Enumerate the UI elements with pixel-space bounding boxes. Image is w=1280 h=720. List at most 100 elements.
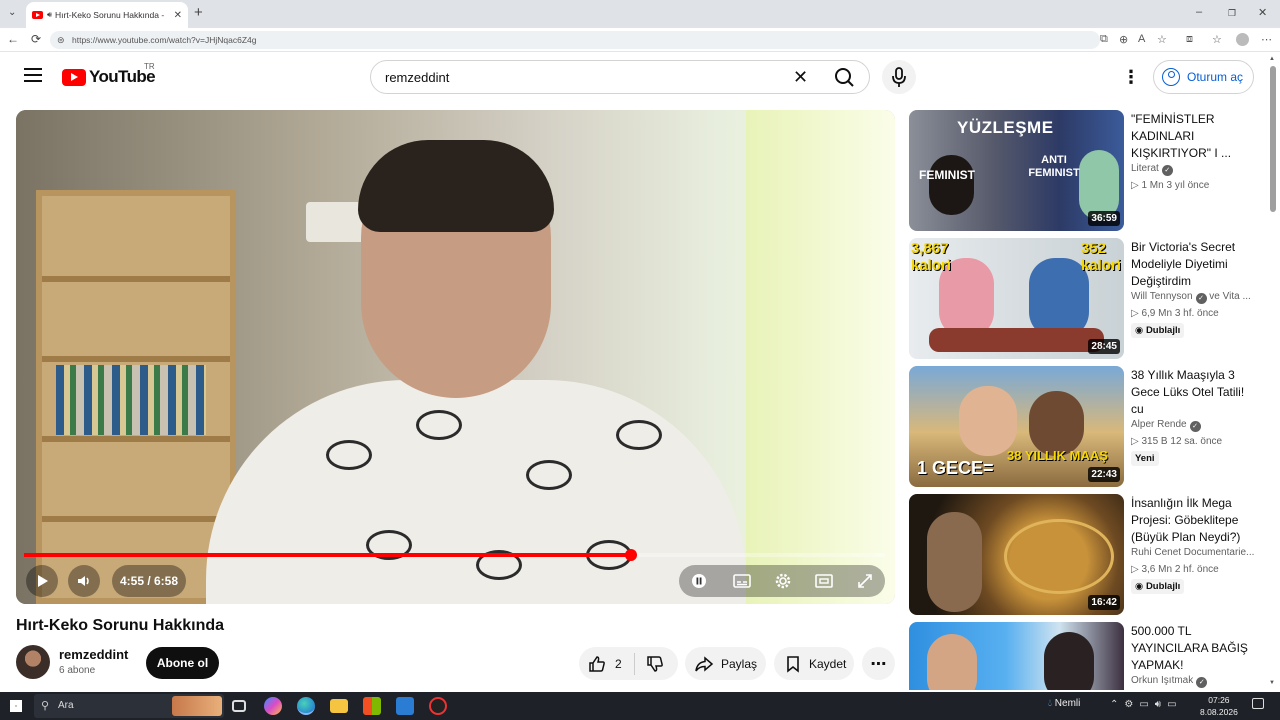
browser-tab-active[interactable]: 🔊︎ Hırt-Keko Sorunu Hakkında - ✕: [26, 2, 188, 28]
microphone-icon: [892, 67, 906, 87]
badge-label: Dublajlı: [1145, 325, 1181, 336]
subtitles-button[interactable]: [732, 571, 752, 591]
windows-start-icon[interactable]: [10, 700, 22, 712]
search-input[interactable]: [385, 61, 785, 93]
voice-search-button[interactable]: [882, 60, 916, 94]
mute-button[interactable]: [68, 565, 100, 597]
mail-icon[interactable]: [396, 697, 414, 715]
scroll-down-icon[interactable]: ▼: [1269, 680, 1275, 686]
tab-close-icon[interactable]: ✕: [174, 10, 182, 21]
app-pinned-icon[interactable]: [429, 697, 447, 715]
favorite-star-icon[interactable]: ☆: [1157, 33, 1167, 46]
dubbed-badge: ◉ Dublajlı: [1131, 579, 1185, 594]
recommendation-card[interactable]: 500.000 TL YAYINCILARA BAĞIŞ YAPMAK! Ork…: [909, 622, 1259, 690]
thumbs-down-icon: [646, 655, 663, 672]
more-actions-button[interactable]: ⋯: [862, 647, 895, 680]
thumbnail-person-left: [929, 155, 974, 215]
clear-search-icon[interactable]: ✕: [793, 67, 808, 88]
sign-in-button[interactable]: Oturum aç: [1153, 60, 1254, 94]
scrubber-handle[interactable]: [625, 549, 637, 561]
tab-list-chevron-icon[interactable]: ⌄: [8, 7, 16, 18]
microsoft-store-icon[interactable]: [363, 697, 381, 715]
file-explorer-icon[interactable]: [330, 699, 348, 713]
channel-name[interactable]: remzeddint: [59, 647, 128, 662]
task-view-icon[interactable]: [232, 700, 246, 712]
youtube-play-logo-icon: [62, 68, 86, 86]
restore-icon[interactable]: ❐: [1228, 8, 1236, 19]
settings-kebab-icon[interactable]: ⋮: [1122, 68, 1140, 86]
time-text: 4:55 / 6:58: [119, 574, 179, 588]
recommendation-thumbnail: 3,867 kalori 352 kalori 28:45: [909, 238, 1124, 359]
page-scrollbar[interactable]: ▲ ▼: [1268, 56, 1278, 690]
collections-icon[interactable]: ☆: [1212, 33, 1222, 46]
settings-button[interactable]: [773, 571, 793, 591]
share-button[interactable]: Paylaş: [685, 647, 766, 680]
back-icon[interactable]: ←: [7, 32, 19, 46]
thumbnail-person-right: [1029, 391, 1084, 456]
scrollbar-thumb[interactable]: [1270, 66, 1276, 212]
clock-time: 07:26: [1208, 695, 1230, 705]
search-highlight-icon: [172, 696, 222, 716]
zoom-icon[interactable]: ⊕: [1119, 33, 1128, 46]
play-button[interactable]: [26, 565, 58, 597]
theater-mode-icon: [815, 574, 833, 588]
progress-bar[interactable]: [24, 549, 885, 561]
fullscreen-button[interactable]: [855, 571, 875, 591]
video-title: Hırt-Keko Sorunu Hakkında: [16, 617, 225, 634]
like-button[interactable]: 2: [579, 654, 622, 674]
weather-widget[interactable]: 💧︎ Nemli: [1048, 698, 1080, 709]
recommendation-card[interactable]: 1 GECE= 38 YILLIK MAAŞ 22:43 38 Yıllık M…: [909, 366, 1259, 488]
tray-icons[interactable]: ⌃⚙▭🔊︎▭: [1110, 699, 1183, 710]
profile-icon[interactable]: [1236, 33, 1249, 46]
recommendation-title: "FEMİNİSTLER KADINLARI KIŞKIRTIYOR" I ..…: [1131, 112, 1232, 160]
thumbnail-caption-left: 1 GECE=: [917, 458, 994, 478]
autoplay-toggle[interactable]: [689, 571, 709, 591]
site-info-icon[interactable]: ⊜: [57, 31, 65, 49]
video-frame-person-hair: [358, 140, 554, 232]
theater-mode-button[interactable]: [814, 571, 834, 591]
clock-date: 8.08.2026: [1200, 707, 1238, 717]
video-frame-books: [56, 365, 206, 435]
scroll-up-icon[interactable]: ▲: [1269, 56, 1275, 62]
new-tab-button[interactable]: +: [194, 4, 203, 21]
minimize-icon[interactable]: –: [1196, 6, 1202, 18]
read-aloud-icon[interactable]: A: [1138, 33, 1145, 45]
translate-icon[interactable]: ⧉: [1100, 33, 1108, 46]
player-right-controls: [679, 565, 885, 597]
channel-label: Literat: [1131, 163, 1159, 174]
address-bar[interactable]: ⊜ https://www.youtube.com/watch?v=JHjNqa…: [50, 31, 1100, 49]
browser-tab-bar: ⌄ 🔊︎ Hırt-Keko Sorunu Hakkında - ✕ + – ❐…: [0, 0, 1280, 28]
search-button[interactable]: [823, 63, 867, 91]
recommendation-card[interactable]: YÜZLEŞME FEMINIST ANTI FEMINIST 36:59 "F…: [909, 110, 1259, 232]
copilot-icon[interactable]: [264, 697, 282, 715]
taskbar-clock[interactable]: 07:26 8.08.2026: [1200, 694, 1238, 718]
dubbed-icon: ◉: [1135, 581, 1144, 592]
os-taskbar: ⚲ Ara 💧︎ Nemli ⌃⚙▭🔊︎▭ 07:26 8.08.2026: [0, 692, 1280, 720]
save-button[interactable]: Kaydet: [774, 647, 854, 680]
channel-avatar[interactable]: [16, 645, 50, 679]
recommendation-title: Bir Victoria's Secret Modeliyle Diyetimi…: [1131, 240, 1236, 288]
like-dislike-group: 2: [579, 647, 678, 680]
verified-icon: ✓: [1196, 677, 1208, 688]
time-display: 4:55 / 6:58: [112, 565, 186, 597]
notifications-icon[interactable]: [1252, 698, 1264, 709]
country-code: TR: [144, 62, 155, 71]
guide-menu-icon[interactable]: [24, 68, 42, 84]
recommendation-card[interactable]: 3,867 kalori 352 kalori 28:45 Bir Victor…: [909, 238, 1259, 360]
edge-browser-icon[interactable]: [297, 697, 315, 715]
dislike-button[interactable]: [645, 654, 665, 674]
address-bar-row: ← ⟳ ⊜ https://www.youtube.com/watch?v=JH…: [0, 28, 1280, 52]
extensions-icon[interactable]: ⧈: [1186, 33, 1193, 46]
subscribe-button[interactable]: Abone ol: [146, 647, 219, 679]
taskbar-search[interactable]: ⚲ Ara: [34, 694, 224, 718]
reload-icon[interactable]: ⟳: [31, 32, 41, 46]
recommendation-card[interactable]: 16:42 İnsanlığın İlk Mega Projesi: Göbek…: [909, 494, 1259, 616]
verified-icon: ✓: [1189, 421, 1201, 432]
new-badge: Yeni: [1131, 451, 1159, 466]
youtube-logo[interactable]: YouTube TR: [62, 62, 156, 88]
browser-menu-icon[interactable]: ⋯: [1261, 33, 1272, 46]
recommendation-thumbnail: 16:42: [909, 494, 1124, 615]
video-player[interactable]: 4:55 / 6:58: [16, 110, 895, 604]
recommendation-title: İnsanlığın İlk Mega Projesi: Göbeklitepe…: [1131, 496, 1241, 544]
window-close-icon[interactable]: ✕: [1258, 6, 1267, 19]
